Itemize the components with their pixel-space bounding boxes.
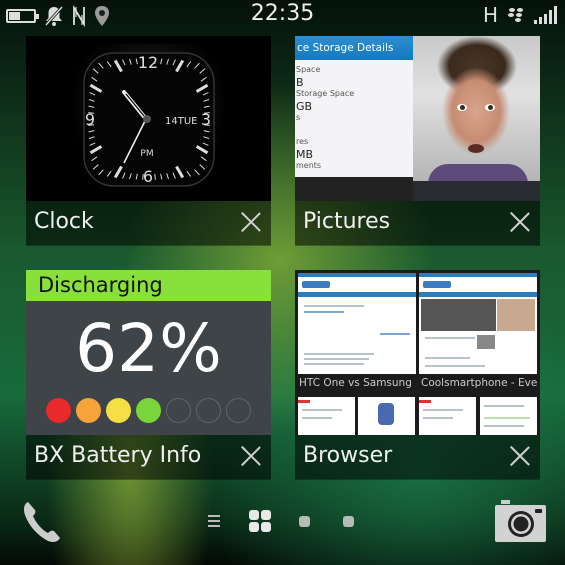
storage-row-label: ments [296, 161, 322, 170]
tile-label: BX Battery Info [34, 443, 202, 468]
browser-tab-titles: HTC One vs Samsung Galaxy S4 - FIG Cools… [295, 374, 540, 394]
battery-level-dot [136, 398, 161, 423]
tile-footer: Clock [26, 201, 271, 245]
status-icons-right: H [483, 5, 557, 25]
battery-level-dots [46, 398, 251, 423]
tile-browser[interactable]: HTC One vs Samsung Galaxy S4 - FIG Cools… [295, 270, 540, 480]
tile-clock[interactable]: 12 3 6 9 14TUE PM Clock [26, 36, 271, 246]
clock-numeral-9: 9 [85, 110, 95, 129]
tile-label: Pictures [303, 209, 391, 234]
screenshot-bottom-bar [295, 177, 417, 201]
blackberry-messenger-icon [508, 8, 523, 22]
battery-level-dot [196, 398, 221, 423]
pictures-preview: ce Storage Details Space B Storage Space… [295, 36, 540, 201]
battery-body: 62% [26, 301, 271, 435]
battery-status-header: Discharging [26, 270, 271, 301]
close-icon[interactable] [241, 212, 261, 232]
storage-row-label: s [296, 113, 301, 122]
tile-battery-info[interactable]: Discharging 62% BX Battery Info [26, 270, 271, 480]
clock-date: 14TUE [165, 116, 197, 127]
analog-clock-face: 12 3 6 9 14TUE PM [74, 44, 224, 194]
battery-status: Discharging [38, 273, 163, 297]
tile-pictures[interactable]: ce Storage Details Space B Storage Space… [295, 36, 540, 246]
clock-numeral-3: 3 [201, 110, 211, 129]
battery-level-dot [166, 398, 191, 423]
selfie-photo [413, 36, 540, 184]
browser-tab-thumbnail[interactable] [358, 397, 415, 435]
browser-tab-title: HTC One vs Samsung Galaxy S4 - FIG [299, 377, 415, 389]
browser-tab-thumbnail[interactable] [298, 273, 416, 375]
network-h-icon: H [482, 3, 498, 27]
page-indicator-1[interactable] [299, 516, 310, 527]
close-icon[interactable] [510, 212, 530, 232]
dock [0, 490, 565, 565]
battery-level-dot [226, 398, 251, 423]
clock-time: 22:35 [250, 1, 315, 26]
battery-level-dot [106, 398, 131, 423]
clock-numeral-6: 6 [143, 167, 153, 186]
browser-tab-thumbnail[interactable] [298, 397, 355, 435]
phone-icon[interactable] [22, 500, 64, 544]
grid-view-icon[interactable] [249, 510, 271, 532]
battery-level-dot [76, 398, 101, 423]
storage-row-label: Space [296, 65, 321, 74]
battery-preview: Discharging 62% [26, 270, 271, 435]
page-indicator-2[interactable] [343, 516, 354, 527]
tile-label: Clock [34, 209, 94, 234]
browser-preview: HTC One vs Samsung Galaxy S4 - FIG Cools… [295, 270, 540, 435]
browser-tab-thumbnail[interactable] [419, 273, 537, 375]
tile-footer: Browser [295, 435, 540, 479]
signal-strength-icon [534, 6, 557, 24]
storage-row-value: B [296, 76, 304, 89]
storage-row-value [295, 124, 417, 137]
browser-tab-thumbnail[interactable] [419, 397, 476, 435]
storage-row-label: Storage Space [296, 89, 355, 98]
storage-details-screenshot: ce Storage Details Space B Storage Space… [295, 36, 417, 201]
clock-preview: 12 3 6 9 14TUE PM [26, 36, 271, 201]
storage-row-label: res [296, 137, 309, 146]
status-bar: 22:35 H [0, 0, 565, 32]
close-icon[interactable] [241, 446, 261, 466]
tile-footer: Pictures [295, 201, 540, 245]
tile-label: Browser [303, 443, 393, 468]
tile-footer: BX Battery Info [26, 435, 271, 479]
photo-bottom [413, 181, 540, 201]
storage-row-value: MB [296, 148, 314, 161]
battery-percent: 62% [75, 310, 222, 387]
storage-row-value: GB [296, 100, 313, 113]
close-icon[interactable] [510, 446, 530, 466]
storage-title: ce Storage Details [295, 36, 417, 60]
clock-numeral-12: 12 [138, 53, 158, 72]
list-view-icon[interactable] [208, 515, 220, 527]
camera-icon[interactable] [494, 500, 548, 544]
browser-tab-title: Coolsmartphone - Everything Andro [421, 377, 537, 389]
battery-level-dot [46, 398, 71, 423]
clock-tick [154, 173, 156, 180]
browser-tab-thumbnail[interactable] [480, 397, 537, 435]
clock-ampm: PM [140, 149, 153, 159]
